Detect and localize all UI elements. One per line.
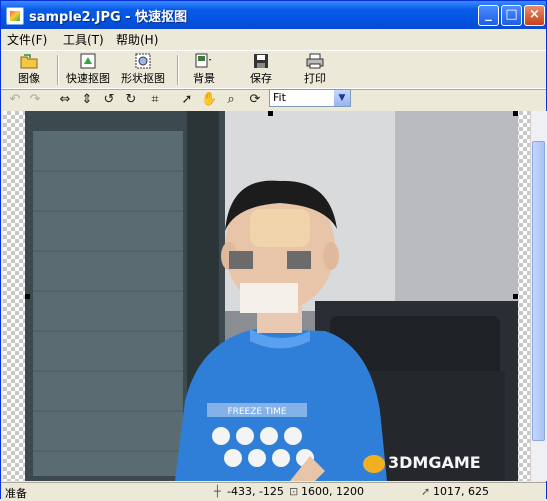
image-size-icon: ⊡ [289,485,299,498]
image-label: 图像 [18,72,40,85]
chevron-down-icon[interactable]: ▼ [334,90,350,106]
floppy-icon [254,54,268,68]
open-folder-icon [20,54,38,69]
selection-handle[interactable] [25,294,30,299]
rotate-right-icon[interactable]: ↻ [123,92,139,108]
print-label: 打印 [304,72,326,85]
shape-cut-icon [135,53,151,69]
cursor-position-icon: ┼ [214,485,221,498]
close-button[interactable]: × [524,5,545,26]
menu-file[interactable]: 文件(F) [7,31,47,48]
selection-handle[interactable] [268,111,273,116]
flip-vertical-icon[interactable]: ⇕ [79,92,95,108]
selection-handle[interactable] [513,294,518,299]
image-button[interactable]: 图像 [13,53,45,86]
toolbar-separator [57,55,59,85]
pointer-status-icon: ➚ [421,485,431,498]
save-label: 保存 [250,72,272,85]
rotate-left-icon[interactable]: ↺ [101,92,117,108]
zoom-icon[interactable]: ⌕ [223,92,239,108]
app-window: sample2.JPG - 快速抠图 _ □ × 文件(F) 工具(T) 帮助(… [0,0,547,501]
hand-icon[interactable]: ✋ [201,92,217,108]
image-size: 1600, 1200 [301,485,364,498]
maximize-button[interactable]: □ [501,5,522,26]
vertical-scrollbar[interactable] [530,111,547,481]
shape-cut-button[interactable]: 形状抠图 [117,53,169,86]
save-button[interactable]: 保存 [245,53,277,86]
selection-handle[interactable] [513,111,518,116]
background-icon [195,53,211,68]
pointer-icon[interactable]: ➚ [179,92,195,108]
quick-cut-icon [80,53,96,69]
menu-help[interactable]: 帮助(H) [116,31,158,48]
app-icon [6,7,24,25]
zoom-value: Fit [273,91,286,104]
refresh-icon[interactable]: ⟳ [247,92,263,108]
print-button[interactable]: 打印 [299,53,331,86]
background-button[interactable]: 背景 [187,53,221,86]
flip-horizontal-icon[interactable]: ⇔ [57,92,73,108]
menu-bar: 文件(F) 工具(T) 帮助(H) [1,29,546,49]
undo-icon[interactable]: ↶ [7,92,23,108]
title-bar[interactable]: sample2.JPG - 快速抠图 _ □ × [1,1,546,29]
quick-cut-label: 快速抠图 [66,72,110,85]
status-bar: 准备 ┼ -433, -125 ⊡ 1600, 1200 ➚ 1017, 625 [1,482,546,501]
crop-icon[interactable]: ⌗ [147,92,163,108]
printer-icon [306,53,324,69]
watermark-logo: 3DMGAME [363,453,481,473]
background-label: 背景 [193,72,215,85]
window-title: sample2.JPG - 快速抠图 [29,10,188,25]
shape-cut-label: 形状抠图 [121,72,165,85]
shirt-text: FREEZE TIME [227,407,286,417]
cursor-position: -433, -125 [227,485,284,498]
menu-tools[interactable]: 工具(T) [63,31,104,48]
redo-icon[interactable]: ↷ [27,92,43,108]
watermark-icon [363,454,385,473]
image-canvas[interactable]: FREEZE TIME 3DMGAME [3,111,530,481]
main-toolbar: 图像 快速抠图 形状抠图 背景 保存 打印 [1,50,546,90]
pointer-position: 1017, 625 [433,485,489,498]
minimize-button[interactable]: _ [478,5,499,26]
photo[interactable]: FREEZE TIME [25,111,518,481]
quick-cut-button[interactable]: 快速抠图 [63,53,113,86]
toolbar-separator [177,55,179,85]
zoom-select[interactable]: Fit ▼ [269,89,351,107]
scrollbar-thumb[interactable] [532,141,545,441]
photo-image: FREEZE TIME [25,111,518,481]
